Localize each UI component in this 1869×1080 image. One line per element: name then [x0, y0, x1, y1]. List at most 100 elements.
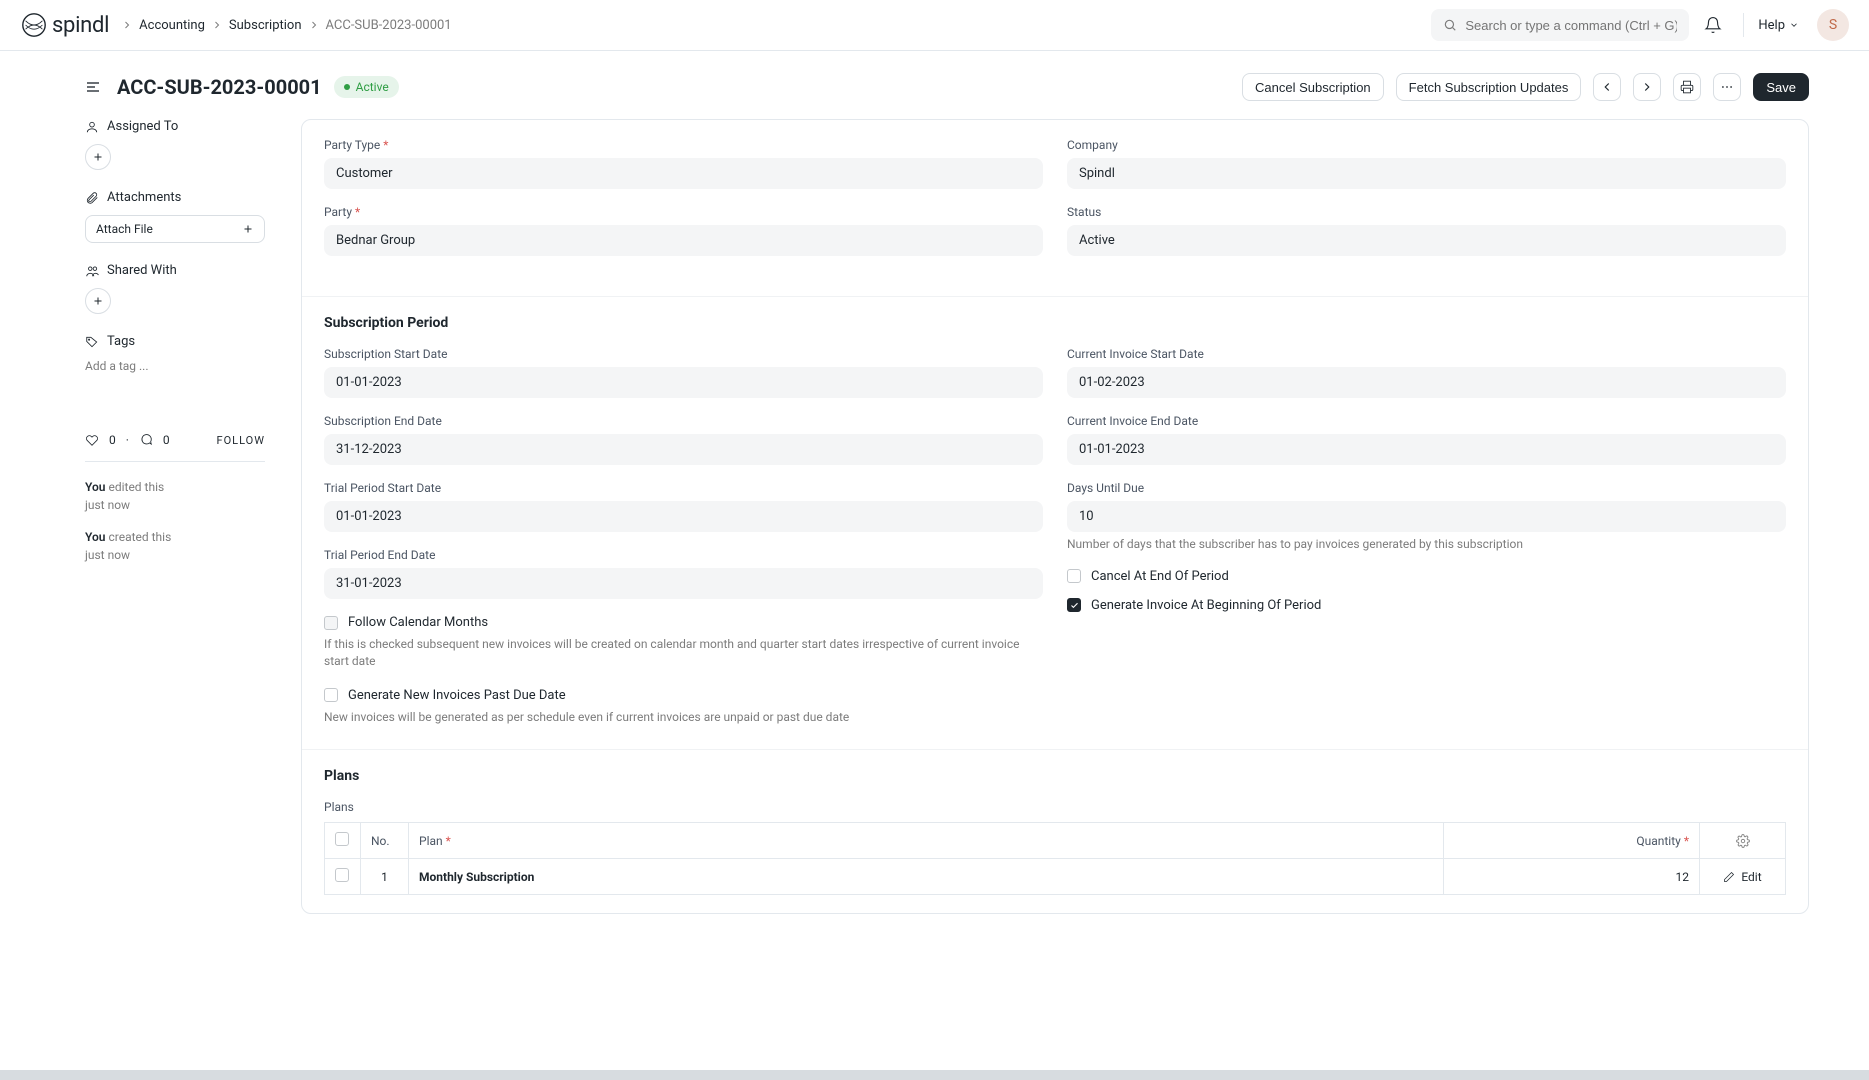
curr-inv-end-input[interactable]: 01-01-2023 [1067, 434, 1786, 465]
breadcrumb: Accounting Subscription ACC-SUB-2023-000… [121, 18, 451, 33]
chevron-right-icon [308, 19, 320, 31]
trial-start-label: Trial Period Start Date [324, 481, 1043, 495]
tags-label: Tags [107, 334, 135, 349]
curr-inv-start-label: Current Invoice Start Date [1067, 347, 1786, 361]
sub-end-input[interactable]: 31-12-2023 [324, 434, 1043, 465]
curr-inv-start-input[interactable]: 01-02-2023 [1067, 367, 1786, 398]
activity-when: just now [85, 498, 130, 512]
breadcrumb-subscription[interactable]: Subscription [229, 18, 302, 33]
next-button[interactable] [1633, 73, 1661, 101]
notifications-button[interactable] [1697, 9, 1729, 41]
fetch-updates-button[interactable]: Fetch Subscription Updates [1396, 73, 1582, 101]
attachments-label: Attachments [107, 190, 181, 205]
cancel-end-label: Cancel At End Of Period [1091, 569, 1229, 584]
heart-icon[interactable] [85, 433, 99, 447]
company-input[interactable]: Spindl [1067, 158, 1786, 189]
party-input[interactable]: Bednar Group [324, 225, 1043, 256]
help-menu[interactable]: Help [1743, 13, 1799, 37]
paperclip-icon [85, 191, 99, 205]
pencil-icon [1723, 871, 1735, 883]
more-button[interactable] [1713, 73, 1741, 101]
edit-row-button[interactable]: Edit [1710, 870, 1775, 884]
row-qty[interactable]: 12 [1444, 859, 1700, 895]
plus-icon [92, 295, 104, 307]
assigned-to-header: Assigned To [85, 119, 265, 134]
sub-start-label: Subscription Start Date [324, 347, 1043, 361]
generate-past-due-label: Generate New Invoices Past Due Date [348, 688, 566, 703]
tag-icon [85, 335, 99, 349]
assigned-to-label: Assigned To [107, 119, 178, 134]
add-tag-input[interactable]: Add a tag ... [85, 359, 265, 373]
follow-calendar-checkbox[interactable] [324, 616, 338, 630]
trial-start-input[interactable]: 01-01-2023 [324, 501, 1043, 532]
sidebar-toggle[interactable] [85, 79, 101, 95]
table-row[interactable]: 1 Monthly Subscription 12 Edit [325, 859, 1786, 895]
follow-button[interactable]: FOLLOW [217, 434, 265, 447]
status-field-label: Status [1067, 205, 1786, 219]
trial-end-input[interactable]: 31-01-2023 [324, 568, 1043, 599]
avatar-initial: S [1829, 17, 1837, 33]
comments-count: 0 [163, 433, 170, 447]
cancel-subscription-button[interactable]: Cancel Subscription [1242, 73, 1384, 101]
add-assignee-button[interactable] [85, 144, 111, 170]
user-avatar[interactable]: S [1817, 9, 1849, 41]
status-badge: Active [334, 76, 399, 98]
more-horizontal-icon [1720, 80, 1734, 94]
attachments-header: Attachments [85, 190, 265, 205]
days-due-help: Number of days that the subscriber has t… [1067, 536, 1786, 553]
add-share-button[interactable] [85, 288, 111, 314]
cancel-end-checkbox[interactable] [1067, 569, 1081, 583]
comment-icon[interactable] [139, 433, 153, 447]
plans-table-label: Plans [324, 800, 1786, 814]
status-text: Active [356, 80, 389, 94]
activity-who: You [85, 530, 105, 544]
generate-past-due-help: New invoices will be generated as per sc… [324, 709, 1043, 726]
sub-start-input[interactable]: 01-01-2023 [324, 367, 1043, 398]
menu-icon [85, 79, 101, 95]
generate-begin-label: Generate Invoice At Beginning Of Period [1091, 598, 1321, 613]
prev-button[interactable] [1593, 73, 1621, 101]
plans-table: No. Plan * Quantity * [324, 822, 1786, 895]
tags-header: Tags [85, 334, 265, 349]
party-label: Party * [324, 205, 1043, 219]
printer-icon [1680, 80, 1694, 94]
generate-begin-checkbox[interactable] [1067, 598, 1081, 612]
activity-item: You created this just now [85, 528, 265, 564]
plus-icon [242, 223, 254, 235]
activity-when: just now [85, 548, 130, 562]
activity-what: edited this [108, 480, 164, 494]
users-icon [85, 264, 99, 278]
follow-calendar-label: Follow Calendar Months [348, 615, 488, 630]
check-icon [1070, 601, 1079, 610]
search-box[interactable] [1431, 9, 1689, 41]
select-all-checkbox[interactable] [335, 832, 349, 846]
col-plan: Plan * [409, 823, 1444, 859]
help-label: Help [1758, 18, 1785, 33]
chevron-right-icon [1640, 80, 1654, 94]
company-label: Company [1067, 138, 1786, 152]
activity-who: You [85, 480, 105, 494]
gear-icon [1736, 834, 1750, 848]
scrollbar-track[interactable] [0, 1070, 1869, 1080]
col-settings[interactable] [1700, 823, 1786, 859]
trial-end-label: Trial Period End Date [324, 548, 1043, 562]
status-input[interactable]: Active [1067, 225, 1786, 256]
shared-with-label: Shared With [107, 263, 177, 278]
generate-past-due-checkbox[interactable] [324, 688, 338, 702]
plus-icon [92, 151, 104, 163]
days-due-label: Days Until Due [1067, 481, 1786, 495]
col-check [325, 823, 361, 859]
breadcrumb-current: ACC-SUB-2023-00001 [326, 18, 452, 33]
attach-file-button[interactable]: Attach File [85, 215, 265, 243]
save-button[interactable]: Save [1753, 73, 1809, 101]
days-due-input[interactable]: 10 [1067, 501, 1786, 532]
print-button[interactable] [1673, 73, 1701, 101]
party-type-input[interactable]: Customer [324, 158, 1043, 189]
row-plan[interactable]: Monthly Subscription [409, 859, 1444, 895]
row-checkbox[interactable] [335, 868, 349, 882]
brand-logo[interactable]: spindl [20, 11, 109, 39]
page-title: ACC-SUB-2023-00001 [117, 75, 322, 99]
sub-end-label: Subscription End Date [324, 414, 1043, 428]
search-input[interactable] [1465, 18, 1677, 33]
breadcrumb-accounting[interactable]: Accounting [139, 18, 205, 33]
